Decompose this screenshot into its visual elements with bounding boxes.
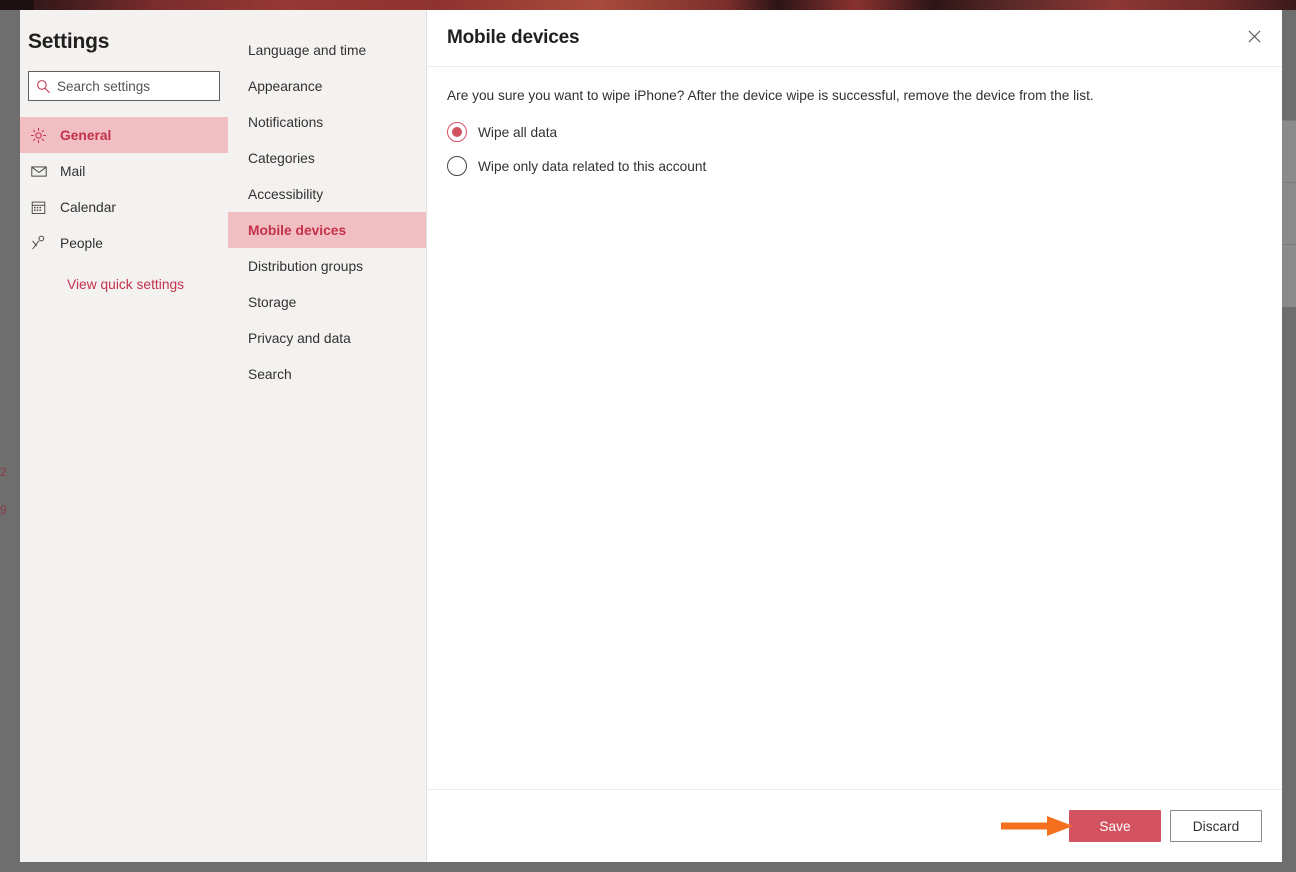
page-title: Settings [20,10,228,54]
radio-indicator-selected[interactable] [447,122,467,142]
settings-dialog: Settings [20,10,1282,862]
background-list-divider-1 [1282,120,1296,183]
calendar-icon [30,199,60,216]
radio-option-wipe-account-data[interactable]: Wipe only data related to this account [447,151,1262,181]
close-icon [1248,30,1261,46]
sub-nav-item-privacy-and-data[interactable]: Privacy and data [228,320,426,356]
radio-label: Wipe all data [478,125,557,140]
sub-nav-item-language-and-time[interactable]: Language and time [228,32,426,68]
settings-sub-nav: Language and time Appearance Notificatio… [228,10,427,862]
background-photo-strip [0,0,1296,10]
sidebar-item-calendar[interactable]: Calendar [20,189,228,225]
view-quick-settings-link[interactable]: View quick settings [20,277,228,292]
content-title: Mobile devices [447,27,579,49]
sub-nav-item-categories[interactable]: Categories [228,140,426,176]
sub-nav-item-distribution-groups[interactable]: Distribution groups [228,248,426,284]
person-icon [30,234,60,252]
sidebar-item-label: Mail [60,164,85,179]
background-text-fragment-2: 9 [0,504,7,516]
sub-nav-item-notifications[interactable]: Notifications [228,104,426,140]
content-body: Are you sure you want to wipe iPhone? Af… [427,67,1282,789]
annotation-arrow-icon [999,814,1075,838]
sub-nav-item-accessibility[interactable]: Accessibility [228,176,426,212]
content-footer: Save Discard [427,789,1282,862]
search-icon [29,79,57,94]
page-scrim-left [0,10,20,862]
envelope-icon [30,162,60,180]
search-input[interactable] [57,79,217,94]
sidebar-item-label: General [60,128,111,143]
radio-indicator-unselected[interactable] [447,156,467,176]
background-list-divider-2 [1282,182,1296,245]
sidebar-item-label: Calendar [60,200,116,215]
content-header: Mobile devices [427,10,1282,67]
save-button[interactable]: Save [1069,810,1161,842]
background-text-fragment-1: 2 [0,466,7,478]
sub-nav-item-search[interactable]: Search [228,356,426,392]
sidebar-item-people[interactable]: People [20,225,228,261]
settings-content-pane: Mobile devices Are you sure you want to … [427,10,1282,862]
search-settings-box[interactable] [28,71,220,101]
close-button[interactable] [1238,22,1270,54]
settings-primary-nav: Settings [20,10,228,862]
radio-option-wipe-all-data[interactable]: Wipe all data [447,117,1262,147]
sub-nav-item-appearance[interactable]: Appearance [228,68,426,104]
background-list-divider-3 [1282,244,1296,307]
background-photo-dark-corner [0,0,34,10]
discard-button[interactable]: Discard [1170,810,1262,842]
radio-label: Wipe only data related to this account [478,159,706,174]
sidebar-item-label: People [60,236,103,251]
sidebar-item-general[interactable]: General [20,117,228,153]
primary-nav-list: General Mail [20,117,228,261]
wipe-confirmation-text: Are you sure you want to wipe iPhone? Af… [447,87,1262,105]
sidebar-item-mail[interactable]: Mail [20,153,228,189]
gear-icon [30,127,60,144]
sub-nav-item-mobile-devices[interactable]: Mobile devices [228,212,426,248]
sub-nav-item-storage[interactable]: Storage [228,284,426,320]
page-scrim-bottom [0,862,1296,872]
